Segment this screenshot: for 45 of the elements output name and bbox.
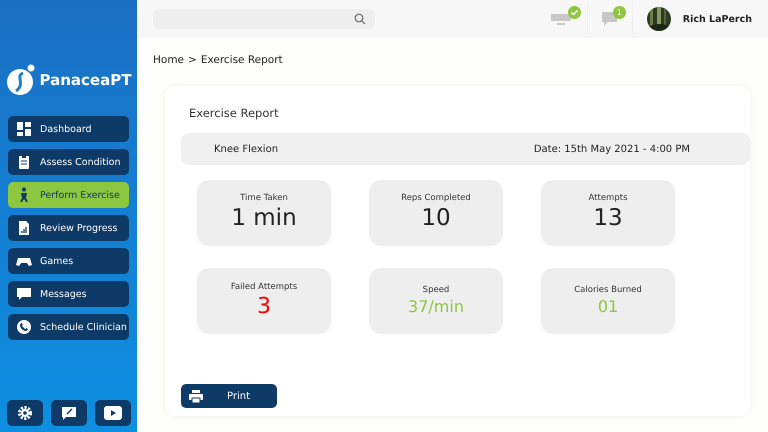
stat-value: 37/min (408, 297, 464, 317)
brand-name: PanaceaPT (40, 71, 132, 89)
stat-value: 13 (593, 205, 623, 233)
stat-label: Failed Attempts (230, 282, 298, 292)
clipboard-icon (16, 154, 32, 170)
breadcrumb-link[interactable]: Home (153, 54, 184, 66)
dashboard-icon (16, 121, 32, 137)
printer-icon (189, 390, 203, 402)
print-button[interactable]: Print (181, 384, 277, 408)
stat-label: Speed (422, 285, 450, 296)
stat-value: 10 (421, 205, 451, 233)
nav-item[interactable]: Games (8, 248, 129, 274)
chart-document-icon (16, 220, 32, 236)
stat-value: 1 min (231, 205, 297, 233)
user-name[interactable]: Rich LaPerch (682, 14, 752, 24)
breadcrumb-separator: > (188, 54, 197, 66)
play-icon (104, 406, 122, 420)
logo-icon (6, 64, 36, 96)
nav-item[interactable]: Perform Exercise (8, 182, 129, 208)
nav-item[interactable]: Dashboard (8, 116, 129, 142)
nav-item[interactable]: Assess Condition (8, 149, 129, 175)
nav-item[interactable]: Messages (8, 281, 129, 307)
nav-item[interactable]: Schedule Clinician (8, 314, 129, 340)
stat-value: 3 (257, 294, 271, 320)
chat-icon (16, 286, 32, 302)
breadcrumb-link[interactable]: Exercise Report (200, 54, 283, 66)
nav-item[interactable]: Review Progress (8, 215, 129, 241)
search-icon (354, 13, 366, 25)
report-title: Exercise Report (189, 106, 280, 120)
feedback-button[interactable] (50, 400, 86, 426)
stat-label: Time Taken (240, 193, 288, 204)
search-field[interactable] (153, 9, 375, 29)
settings-button[interactable] (6, 400, 42, 426)
message-count-badge: 1 (612, 6, 626, 18)
settings-icon (16, 405, 32, 421)
device-icon (550, 12, 573, 26)
stat-label: Attempts (588, 193, 628, 204)
stat-label: Reps Completed (401, 193, 471, 204)
stat-label: Calories Burned (574, 285, 642, 296)
exercise-date: Date: 15th May 2021 - 4:00 PM (534, 144, 690, 154)
chat-pencil-icon (60, 405, 76, 421)
stat-value: 01 (598, 297, 618, 317)
video-button[interactable] (94, 400, 130, 426)
exercise-name: Knee Flexion (214, 144, 278, 154)
phone-icon (16, 319, 32, 335)
